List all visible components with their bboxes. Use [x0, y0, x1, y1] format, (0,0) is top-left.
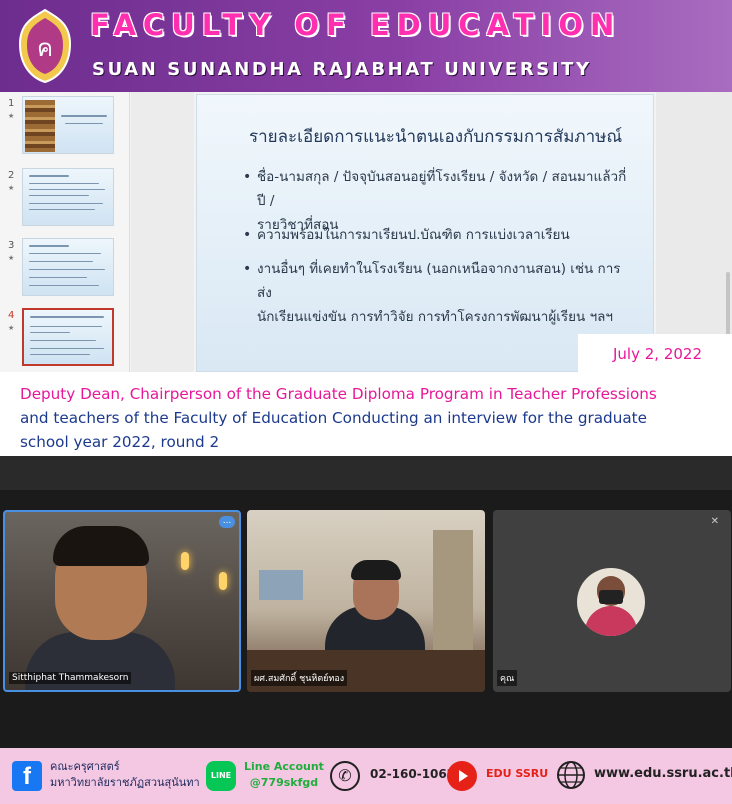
scroll-area — [656, 92, 732, 372]
slide-thumbnail-4[interactable]: 4 ★ — [0, 306, 130, 370]
bullet-icon: • — [243, 227, 252, 243]
line-app-icon[interactable]: LINE — [206, 761, 236, 791]
slide-canvas-margin — [131, 92, 194, 372]
svg-text:ค: ค — [37, 34, 53, 62]
facebook-page-name[interactable]: คณะครุศาสตร์ มหาวิทยาลัยราชภัฏสวนสุนันทา — [50, 759, 200, 791]
bullet-text: ความพร้อมในการมาเรียนป.บัณฑิต การแบ่งเวล… — [257, 227, 570, 243]
lamp-light — [181, 552, 189, 570]
phone-number[interactable]: 02-160-1062 — [370, 767, 455, 781]
participant-name: Sitthiphat Thammakesorn — [9, 672, 132, 684]
lamp-light — [219, 572, 227, 590]
camera-icon — [599, 590, 623, 604]
slide-thumbnail-2[interactable]: 2 ★ — [0, 166, 130, 230]
shared-presentation: 1 ★ 2 ★ 3 ★ 4 ★ รายละเอียดการแนะนำตนเองก… — [0, 92, 732, 372]
bullet-text: ชื่อ-นามสกุล / ปัจจุบันสอนอยู่ที่โรงเรีย… — [257, 169, 627, 209]
header-banner: ค FACULTY OF EDUCATION SUAN SUNANDHA RAJ… — [0, 0, 732, 92]
facebook-line-2: มหาวิทยาลัยราชภัฏสวนสุนันทา — [50, 776, 200, 789]
youtube-icon[interactable] — [447, 761, 477, 791]
slide-bullet-2: • ความพร้อมในการมาเรียนป.บัณฑิต การแบ่งเ… — [243, 223, 633, 247]
star-icon: ★ — [8, 184, 15, 192]
caption: Deputy Dean, Chairperson of the Graduate… — [0, 374, 732, 456]
slide-thumbnail-3[interactable]: 3 ★ — [0, 236, 130, 300]
participant-video-3[interactable]: ✕ คุณ — [493, 510, 731, 692]
footer: f คณะครุศาสตร์ มหาวิทยาลัยราชภัฏสวนสุนัน… — [0, 748, 732, 804]
phone-icon: ✆ — [330, 761, 360, 791]
line-account-id: @779skfgd — [249, 776, 319, 789]
avatar — [577, 568, 645, 636]
facebook-icon[interactable]: f — [12, 761, 42, 791]
participant-hair — [351, 560, 401, 580]
facebook-line-1: คณะครุศาสตร์ — [50, 760, 120, 773]
participant-hair — [53, 526, 149, 566]
slide-number: 2 — [8, 170, 15, 181]
slide-number: 1 — [8, 98, 15, 109]
youtube-channel[interactable]: EDU SSRU — [486, 767, 548, 780]
books-image — [25, 100, 55, 152]
caption-line-1: Deputy Dean, Chairperson of the Graduate… — [20, 385, 657, 403]
caption-line-3: school year 2022, round 2 — [20, 433, 220, 451]
video-meeting: ... Sitthiphat Thammakesorn ผศ.สมศักดิ์ … — [0, 456, 732, 748]
slide-canvas: รายละเอียดการแนะนำตนเองกับกรรมการสัมภาษณ… — [196, 94, 654, 372]
slide-bullet-3: • งานอื่นๆ ที่เคยทำในโรงเรียน (นอกเหนือจ… — [243, 257, 633, 329]
participant-name: คุณ — [497, 670, 518, 686]
more-options-icon[interactable]: ... — [219, 516, 235, 528]
page: ค FACULTY OF EDUCATION SUAN SUNANDHA RAJ… — [0, 0, 732, 804]
participant-video-1[interactable]: ... Sitthiphat Thammakesorn — [3, 510, 241, 692]
slide-preview — [22, 238, 114, 296]
date-label: July 2, 2022 — [578, 334, 732, 374]
participant-video-2[interactable]: ผศ.สมศักดิ์ ชุนหิตย์ทอง — [247, 510, 485, 692]
bullet-text: นักเรียนแข่งขัน การทำวิจัย การทำโครงการพ… — [257, 309, 614, 325]
slide-preview — [22, 168, 114, 226]
slide-preview — [22, 96, 114, 154]
bullet-icon: • — [243, 261, 252, 277]
line-account-label: Line Account — [244, 760, 324, 773]
slide-title: รายละเอียดการแนะนำตนเองกับกรรมการสัมภาษณ… — [249, 127, 623, 147]
mic-off-icon: ✕ — [710, 516, 719, 527]
star-icon: ★ — [8, 112, 15, 120]
header-title: FACULTY OF EDUCATION — [90, 8, 622, 42]
university-seal-logo: ค — [18, 8, 72, 84]
date-text: July 2, 2022 — [613, 345, 702, 363]
slide-preview-selected — [22, 308, 114, 366]
slide-thumbnail-1[interactable]: 1 ★ — [0, 94, 130, 158]
line-account[interactable]: Line Account @779skfgd — [244, 759, 324, 791]
caption-line-2: and teachers of the Faculty of Education… — [20, 409, 647, 427]
star-icon: ★ — [8, 254, 15, 262]
star-icon: ★ — [8, 324, 15, 332]
meeting-top-bar — [0, 456, 732, 490]
globe-icon — [557, 761, 585, 789]
slide-thumbnail-panel: 1 ★ 2 ★ 3 ★ 4 ★ — [0, 92, 130, 372]
bullet-text: งานอื่นๆ ที่เคยทำในโรงเรียน (นอกเหนือจาก… — [257, 261, 621, 301]
background-monitor — [259, 570, 303, 600]
header-subtitle: SUAN SUNANDHA RAJABHAT UNIVERSITY — [92, 59, 592, 80]
bullet-icon: • — [243, 169, 252, 185]
participant-name: ผศ.สมศักดิ์ ชุนหิตย์ทอง — [251, 670, 348, 686]
slide-number: 3 — [8, 240, 15, 251]
background-shelf — [433, 530, 473, 650]
slide-number: 4 — [8, 310, 15, 321]
website-link[interactable]: www.edu.ssru.ac.th — [594, 766, 732, 781]
